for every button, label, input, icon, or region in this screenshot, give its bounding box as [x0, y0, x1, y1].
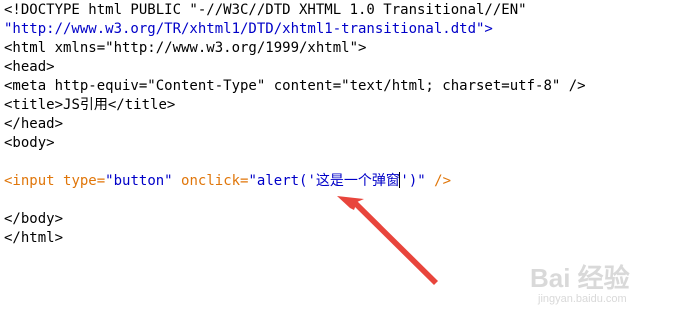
arrow-shaft — [352, 200, 438, 285]
baidu-jingyan-watermark: Bai 经验 jingyan.baidu.com — [530, 263, 630, 305]
